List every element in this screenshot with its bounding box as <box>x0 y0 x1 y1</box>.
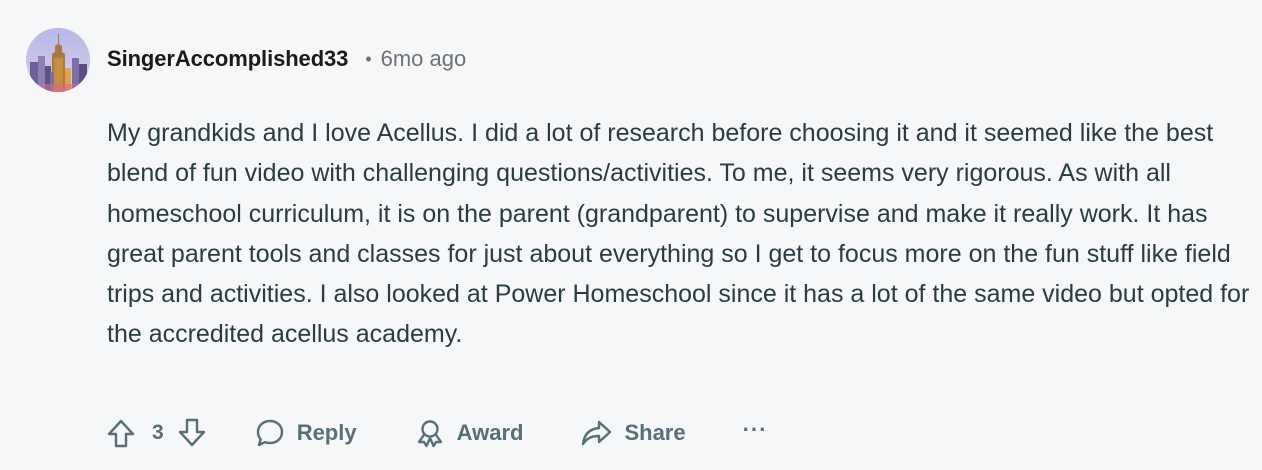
upvote-arrow-icon <box>107 419 135 448</box>
vote-group: 3 <box>104 416 209 450</box>
downvote-arrow-icon <box>178 418 205 447</box>
upvote-button[interactable] <box>104 416 138 450</box>
timestamp[interactable]: 6mo ago <box>381 46 467 72</box>
comment: SingerAccomplished33 • 6mo ago My grandk… <box>0 0 1262 470</box>
more-options-button[interactable]: ··· <box>743 417 768 443</box>
reply-label: Reply <box>296 420 357 445</box>
comment-actions: 3 Reply Award Share ··· <box>104 412 768 454</box>
skyline-avatar-icon <box>26 28 90 92</box>
downvote-button[interactable] <box>175 416 209 450</box>
vote-count: 3 <box>152 421 164 444</box>
award-button[interactable]: Award <box>414 417 524 449</box>
award-label: Award <box>456 420 524 445</box>
meta-separator: • <box>365 48 372 69</box>
reply-button[interactable]: Reply <box>254 417 357 449</box>
share-button[interactable]: Share <box>579 417 686 449</box>
speech-bubble-icon <box>256 419 283 447</box>
award-ribbon-icon <box>417 420 442 448</box>
username[interactable]: SingerAccomplished33 <box>107 46 348 72</box>
comment-body: My grandkids and I love Acellus. I did a… <box>107 119 1250 349</box>
share-arrow-icon <box>582 420 612 446</box>
user-avatar[interactable] <box>26 28 90 92</box>
comment-meta: SingerAccomplished33 • 6mo ago <box>107 44 466 74</box>
more-options-icon: ··· <box>742 417 768 442</box>
share-label: Share <box>624 420 686 445</box>
